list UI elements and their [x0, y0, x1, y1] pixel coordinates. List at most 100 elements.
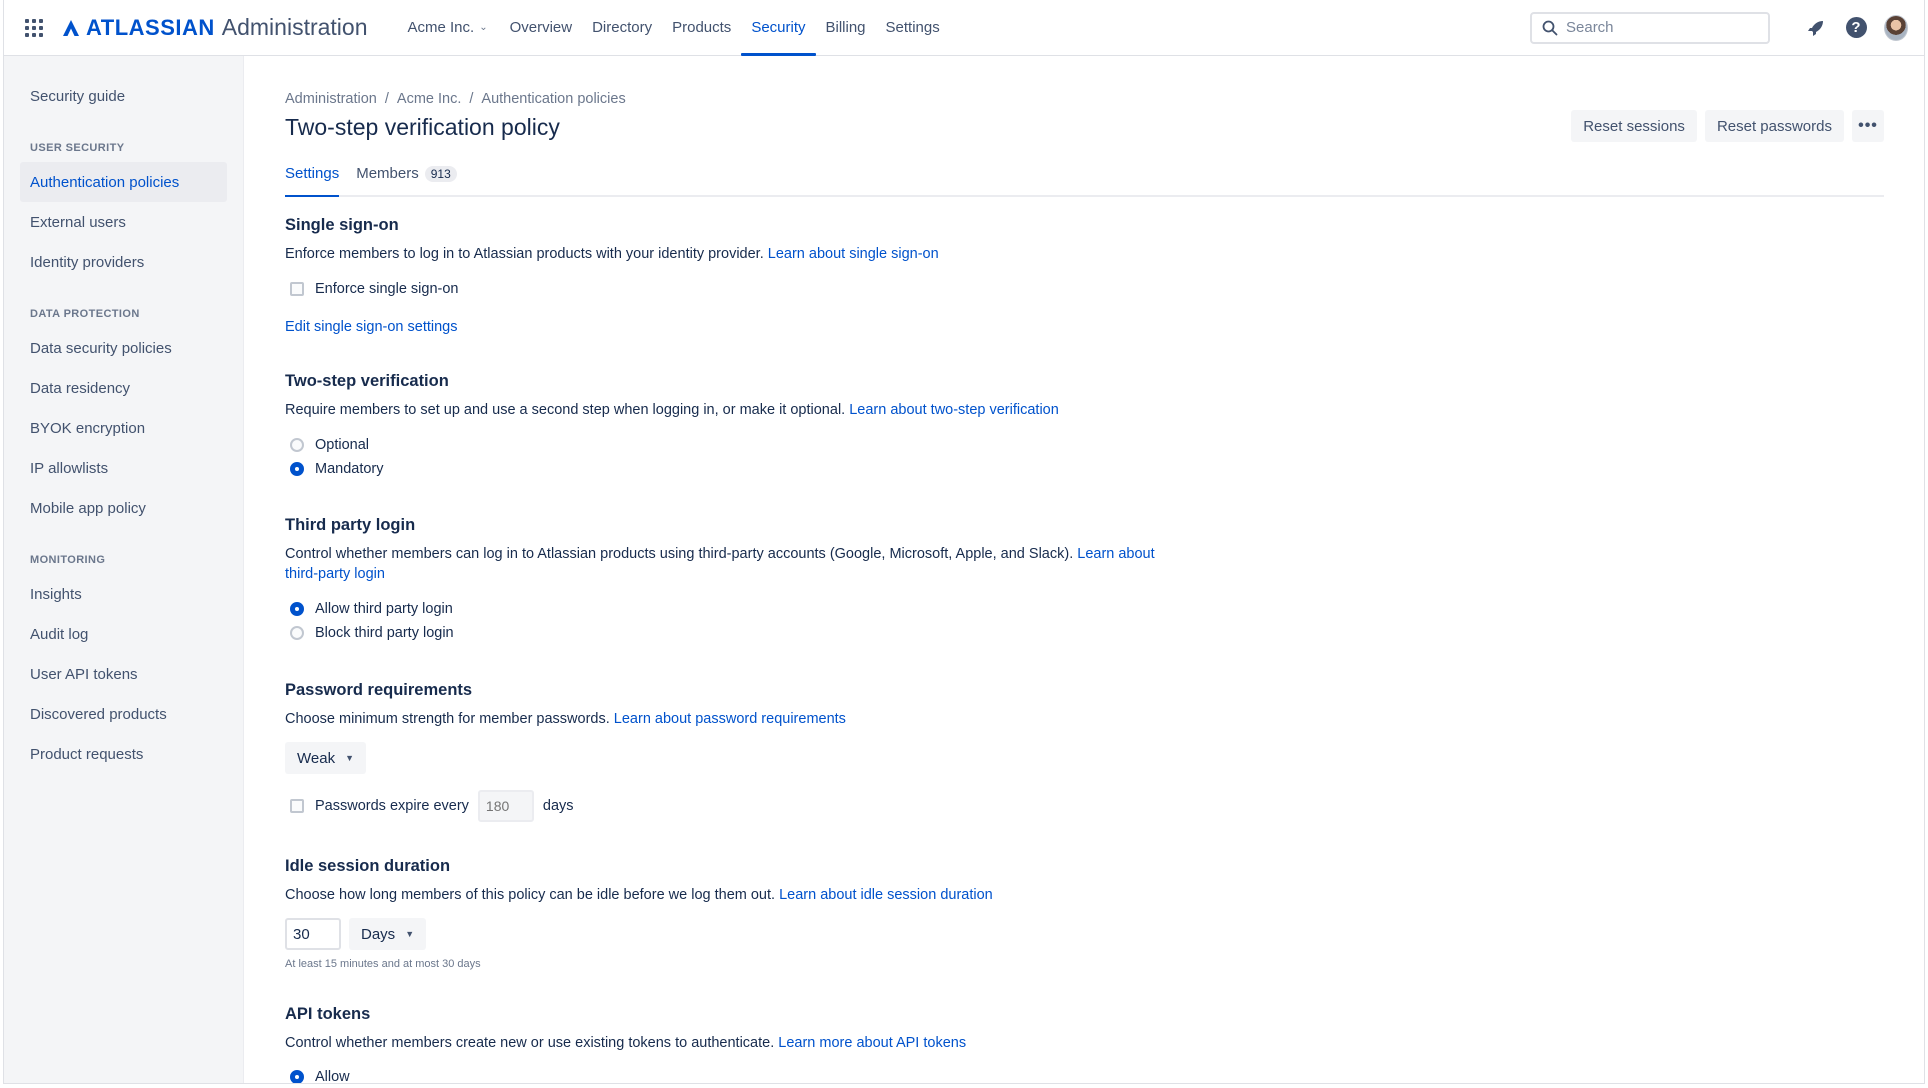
section-description: Control whether members create new or us…	[285, 1033, 1245, 1053]
idle-helper-text: At least 15 minutes and at most 30 days	[285, 958, 481, 970]
sidebar-item-label: Authentication policies	[30, 173, 180, 191]
sidebar-item-external-users[interactable]: External users	[20, 202, 227, 242]
sidebar-item-label: External users	[30, 213, 126, 231]
org-name: Acme Inc.	[407, 19, 475, 36]
breadcrumb-separator: /	[384, 91, 389, 107]
enforce-sso-checkbox[interactable]	[290, 282, 304, 296]
reset-sessions-button[interactable]: Reset sessions	[1571, 110, 1697, 142]
notifications-button[interactable]	[1804, 16, 1828, 40]
third-party-section: Third party login Control whether member…	[285, 516, 1245, 681]
profile-button[interactable]	[1884, 14, 1908, 41]
password-strength-select[interactable]: Weak ▼	[285, 742, 366, 774]
tab-members-label: Members	[356, 165, 419, 182]
breadcrumb-org[interactable]: Acme Inc.	[397, 91, 461, 107]
sidebar-item-data-security-policies[interactable]: Data security policies	[20, 328, 227, 368]
sidebar-item-mobile-app-policy[interactable]: Mobile app policy	[20, 488, 227, 528]
help-button[interactable]: ?	[1844, 16, 1868, 40]
sidebar-item-label: Data residency	[30, 379, 131, 397]
sidebar-item-insights[interactable]: Insights	[20, 574, 227, 614]
sidebar-item-discovered-products[interactable]: Discovered products	[20, 694, 227, 734]
chevron-down-icon: ▼	[405, 929, 415, 939]
learn-password-link[interactable]: Learn about password requirements	[614, 711, 846, 727]
nav-products[interactable]: Products	[662, 0, 741, 56]
nav-overview[interactable]: Overview	[500, 0, 583, 56]
section-description: Require members to set up and use a seco…	[285, 400, 1245, 420]
password-desc-text: Choose minimum strength for member passw…	[285, 711, 610, 727]
api-allow-radio[interactable]	[290, 1070, 304, 1083]
learn-idle-session-link[interactable]: Learn about idle session duration	[779, 887, 993, 903]
edit-sso-settings-link[interactable]: Edit single sign-on settings	[285, 319, 458, 335]
sidebar-item-label: Identity providers	[30, 253, 145, 271]
idle-unit-select[interactable]: Days ▼	[349, 918, 427, 950]
password-expire-row: Passwords expire every days	[285, 790, 1245, 822]
product-name: Administration	[221, 14, 368, 40]
search-box[interactable]	[1530, 11, 1770, 44]
learn-api-tokens-link[interactable]: Learn more about API tokens	[778, 1035, 966, 1051]
optional-radio[interactable]	[290, 438, 304, 452]
settings-form: Single sign-on Enforce members to log in…	[285, 216, 1245, 1083]
sidebar-item-identity-providers[interactable]: Identity providers	[20, 242, 227, 282]
sidebar-item-label: Product requests	[30, 745, 144, 763]
sidebar-item-label: BYOK encryption	[30, 419, 146, 437]
section-title: Single sign-on	[285, 216, 399, 234]
sidebar-item-byok-encryption[interactable]: BYOK encryption	[20, 408, 227, 448]
sidebar-item-user-api-tokens[interactable]: User API tokens	[20, 654, 227, 694]
sidebar-item-label: Insights	[30, 585, 82, 603]
sso-desc-text: Enforce members to log in to Atlassian p…	[285, 246, 764, 262]
learn-sso-link[interactable]: Learn about single sign-on	[768, 246, 939, 262]
password-expire-checkbox[interactable]	[290, 799, 304, 813]
nav-overview-label: Overview	[509, 19, 573, 36]
nav-directory-label: Directory	[592, 19, 653, 36]
sidebar-item-label: User API tokens	[30, 665, 138, 683]
block-third-party-radio[interactable]	[290, 626, 304, 640]
idle-duration-input[interactable]	[285, 918, 341, 950]
breadcrumb-authentication-policies[interactable]: Authentication policies	[481, 91, 625, 107]
sso-section: Single sign-on Enforce members to log in…	[285, 216, 1245, 372]
block-third-party-label: Block third party login	[315, 625, 454, 641]
tab-settings-label: Settings	[285, 165, 340, 182]
sidebar-item-product-requests[interactable]: Product requests	[20, 734, 227, 774]
allow-third-party-radio[interactable]	[290, 602, 304, 616]
sidebar-item-ip-allowlists[interactable]: IP allowlists	[20, 448, 227, 488]
api-tokens-section: API tokens Control whether members creat…	[285, 1005, 1245, 1083]
tab-members[interactable]: Members 913	[356, 163, 457, 195]
mandatory-radio[interactable]	[290, 462, 304, 476]
nav-billing[interactable]: Billing	[816, 0, 876, 56]
primary-nav: Acme Inc. ⌄ Overview Directory Products …	[398, 0, 950, 56]
api-allow-row[interactable]: Allow	[285, 1065, 1245, 1083]
sidebar-item-audit-log[interactable]: Audit log	[20, 614, 227, 654]
brand-name: ATLASSIAN	[86, 14, 215, 40]
two-step-mandatory-row[interactable]: Mandatory	[285, 457, 1245, 481]
tab-settings[interactable]: Settings	[285, 163, 340, 197]
app-switcher-icon[interactable]	[24, 18, 44, 38]
nav-settings[interactable]: Settings	[876, 0, 950, 56]
learn-two-step-link[interactable]: Learn about two-step verification	[849, 402, 1059, 418]
reset-passwords-button[interactable]: Reset passwords	[1704, 110, 1844, 142]
sidebar-item-authentication-policies[interactable]: Authentication policies	[20, 162, 227, 202]
nav-directory[interactable]: Directory	[582, 0, 662, 56]
third-party-desc-text: Control whether members can log in to At…	[285, 546, 1074, 562]
sidebar-item-security-guide[interactable]: Security guide	[20, 76, 227, 116]
atlassian-logo[interactable]: ATLASSIAN Administration	[62, 14, 368, 41]
sidebar-heading-data-protection: DATA PROTECTION	[30, 308, 140, 320]
optional-label: Optional	[315, 437, 370, 453]
nav-security[interactable]: Security	[741, 0, 816, 56]
breadcrumb-administration[interactable]: Administration	[285, 91, 377, 107]
search-input[interactable]	[1566, 19, 1746, 36]
sidebar-item-data-residency[interactable]: Data residency	[20, 368, 227, 408]
chevron-down-icon: ▼	[345, 753, 354, 763]
password-expire-days-input[interactable]	[477, 790, 534, 822]
tab-bar: Settings Members 913	[285, 163, 1884, 197]
allow-third-party-row[interactable]: Allow third party login	[285, 597, 1245, 621]
members-count-badge: 913	[424, 166, 457, 182]
org-switcher[interactable]: Acme Inc. ⌄	[398, 0, 500, 56]
two-step-optional-row[interactable]: Optional	[285, 433, 1245, 457]
page-actions: Reset sessions Reset passwords •••	[1563, 110, 1884, 142]
allow-third-party-label: Allow third party login	[315, 601, 453, 617]
section-title: API tokens	[285, 1005, 371, 1023]
section-title: Third party login	[285, 516, 416, 534]
more-actions-button[interactable]: •••	[1852, 110, 1884, 142]
section-description: Choose how long members of this policy c…	[285, 885, 1245, 905]
block-third-party-row[interactable]: Block third party login	[285, 621, 1245, 645]
enforce-sso-row[interactable]: Enforce single sign-on	[285, 277, 1245, 301]
